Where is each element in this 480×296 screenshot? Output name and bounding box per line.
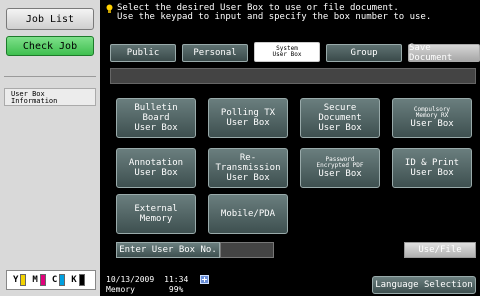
re-transmission-user-box-button[interactable]: Re-Transmission User Box <box>208 148 288 188</box>
message-line-2: Use the keypad to input and specify the … <box>117 12 432 22</box>
toner-k-letter: K <box>71 275 77 285</box>
password-encrypted-pdf-user-box-button[interactable]: Password Encrypted PDF User Box <box>300 148 380 188</box>
toner-m-letter: M <box>32 275 38 285</box>
tile-bulletin-l2: User Box <box>134 123 178 133</box>
tile-annotation-l2: User Box <box>134 168 178 178</box>
check-job-button[interactable]: Check Job <box>6 36 94 56</box>
user-box-number-field[interactable] <box>220 242 274 258</box>
use-file-button[interactable]: Use/File <box>404 242 476 258</box>
toner-levels: Y M C K <box>6 270 96 290</box>
tile-bulletin-l1: Bulletin Board <box>134 103 178 123</box>
toner-y-letter: Y <box>13 275 19 285</box>
toner-c-bar <box>59 274 66 286</box>
tile-idprint-l1: ID & Print <box>404 158 460 168</box>
external-memory-button[interactable]: External Memory <box>116 194 196 234</box>
toner-m: M <box>32 274 49 286</box>
tile-retrans-l2: User Box <box>226 173 270 183</box>
left-divider <box>4 76 96 77</box>
tab-group[interactable]: Group <box>326 44 402 62</box>
tile-idprint-l2: User Box <box>410 168 454 178</box>
secure-document-user-box-button[interactable]: Secure Document User Box <box>300 98 380 138</box>
status-date: 10/13/2009 <box>106 275 155 284</box>
toner-y-bar <box>20 274 27 286</box>
tab-system-user-box[interactable]: System User Box <box>254 42 320 62</box>
tile-secure-l1: Secure Document <box>318 103 362 123</box>
user-box-information-item[interactable]: User Box Information <box>4 88 96 106</box>
main-panel: Select the desired User Box to use or fi… <box>100 0 480 296</box>
language-selection-button[interactable]: Language Selection <box>372 276 476 294</box>
toner-k-bar <box>78 274 85 286</box>
lightbulb-icon <box>106 4 113 13</box>
tile-polling-l1: Polling TX <box>220 108 276 118</box>
tab-personal[interactable]: Personal <box>182 44 248 62</box>
network-icon <box>200 275 209 284</box>
instruction-message: Select the desired User Box to use or fi… <box>106 4 476 32</box>
save-document-button[interactable]: Save Document <box>408 43 480 63</box>
status-time: 11:34 <box>164 275 189 284</box>
box-display-bar <box>110 68 476 84</box>
toner-y: Y <box>13 274 30 286</box>
enter-user-box-no-button[interactable]: Enter User Box No. <box>116 242 220 258</box>
job-list-button[interactable]: Job List <box>6 8 94 30</box>
polling-tx-user-box-button[interactable]: Polling TX User Box <box>208 98 288 138</box>
status-memory-value: 99% <box>168 285 184 294</box>
bulletin-board-user-box-button[interactable]: Bulletin Board User Box <box>116 98 196 138</box>
status-area: 10/13/2009 11:34 Memory 99% <box>106 276 188 294</box>
mobile-pda-button[interactable]: Mobile/PDA <box>208 194 288 234</box>
tab-system-line2: User Box <box>272 51 302 58</box>
tile-encrypted-l3: User Box <box>318 169 362 179</box>
tab-public[interactable]: Public <box>110 44 176 62</box>
left-panel: Job List Check Job User Box Information … <box>0 0 100 296</box>
toner-c: C <box>52 274 69 286</box>
annotation-user-box-button[interactable]: Annotation User Box <box>116 148 196 188</box>
toner-k: K <box>71 274 88 286</box>
tile-retrans-l1: Re-Transmission <box>215 153 281 173</box>
id-print-user-box-button[interactable]: ID & Print User Box <box>392 148 472 188</box>
tile-annotation-l1: Annotation <box>128 158 184 168</box>
tile-polling-l2: User Box <box>226 118 270 128</box>
tile-compulsory-l3: User Box <box>410 119 454 129</box>
user-box-info-line2: Information <box>11 97 58 105</box>
toner-c-letter: C <box>51 275 58 285</box>
toner-m-bar <box>39 274 46 286</box>
tile-secure-l2: User Box <box>318 123 362 133</box>
compulsory-memory-rx-user-box-button[interactable]: Compulsory Memory RX User Box <box>392 98 472 138</box>
status-memory-label: Memory <box>106 285 135 294</box>
